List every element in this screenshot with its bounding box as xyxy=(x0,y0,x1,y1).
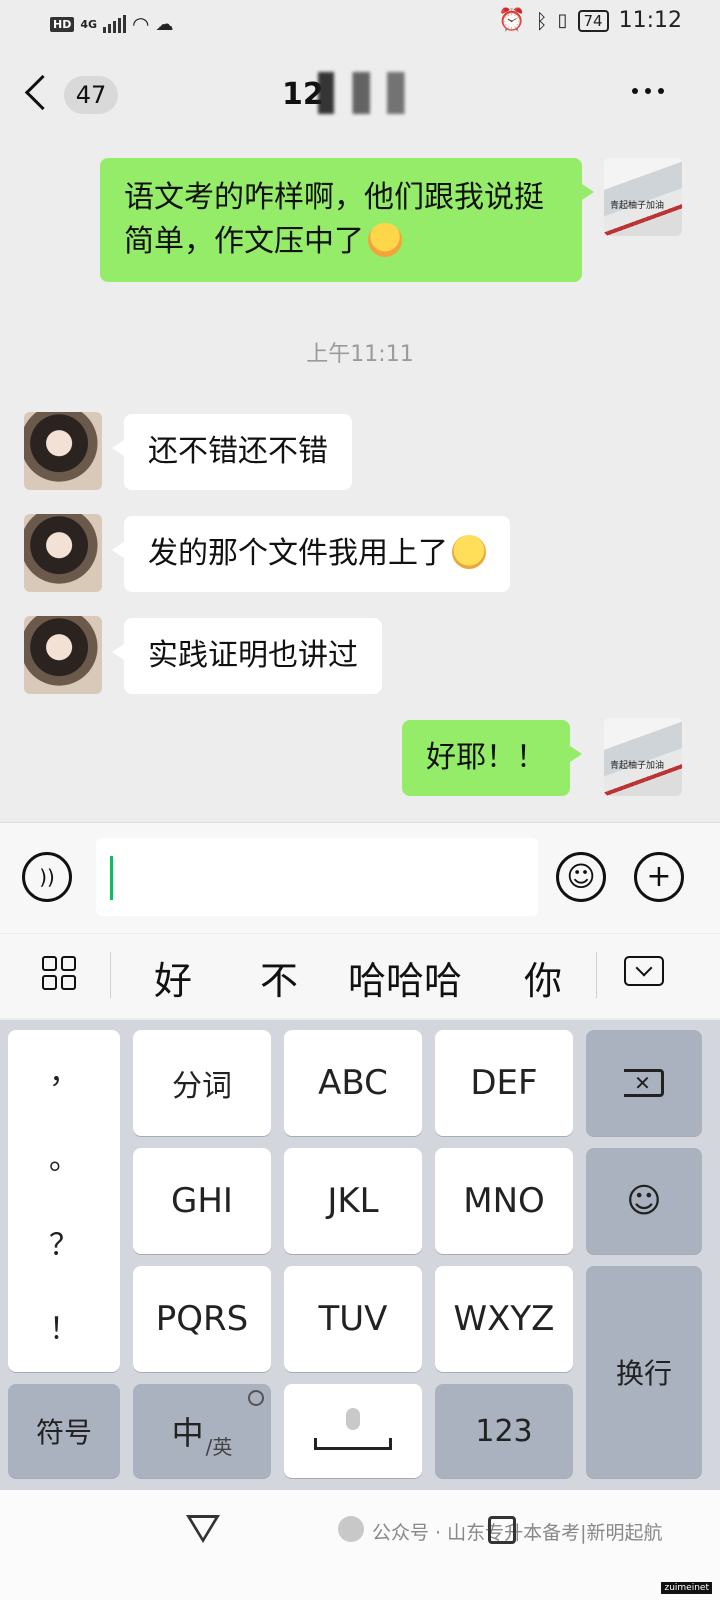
redacted-name xyxy=(318,72,426,114)
triangle-back-inner xyxy=(191,1518,215,1538)
key-pqrs[interactable]: PQRS xyxy=(133,1266,271,1372)
bluetooth-icon: ᛒ xyxy=(535,8,548,33)
key-symbols[interactable]: 符号 xyxy=(8,1384,120,1478)
message-bubble-sent[interactable]: 语文考的咋样啊，他们跟我说挺简单，作文压中了 xyxy=(100,158,594,282)
key-tuv[interactable]: TUV xyxy=(284,1266,422,1372)
key-enter[interactable]: 换行 xyxy=(586,1266,702,1478)
punctuation-key[interactable]: 。 xyxy=(8,1134,120,1178)
signal-icon xyxy=(103,15,127,33)
key-abc[interactable]: ABC xyxy=(284,1030,422,1136)
avatar[interactable] xyxy=(24,616,102,694)
candidate-word[interactable]: 不 xyxy=(260,950,298,1005)
message-bubble-sent[interactable]: 好耶！！ xyxy=(402,720,582,796)
square-recents-icon[interactable] xyxy=(488,1516,516,1544)
candidate-word[interactable]: 你 xyxy=(524,950,562,1005)
key-segment[interactable]: 分词 xyxy=(133,1030,271,1136)
plus-icon[interactable]: + xyxy=(634,852,684,902)
clock: 11:12 xyxy=(618,8,682,33)
lang-main-label: 中 xyxy=(171,1414,204,1452)
divider xyxy=(110,952,111,998)
candidate-word[interactable]: 好 xyxy=(154,950,192,1005)
message-bubble-received[interactable]: 发的那个文件我用上了 xyxy=(112,516,510,592)
backspace-icon: ✕ xyxy=(624,1069,664,1097)
grinning-face-emoji xyxy=(452,535,486,569)
key-numbers[interactable]: 123 xyxy=(435,1384,573,1478)
microphone-icon xyxy=(346,1408,360,1430)
message-text: 好耶！！ xyxy=(426,740,546,775)
punctuation-key[interactable]: ！ xyxy=(8,1304,120,1348)
wifi-icon: ◠ xyxy=(132,12,150,36)
watermark-text: 公众号 · 山东专升本备考|新明起航 xyxy=(372,1522,663,1544)
candidate-word[interactable]: 哈哈哈 xyxy=(348,950,462,1005)
avatar[interactable] xyxy=(604,158,682,236)
lang-sub-label: /英 xyxy=(205,1435,233,1459)
message-input[interactable] xyxy=(96,838,538,916)
key-wxyz[interactable]: WXYZ xyxy=(435,1266,573,1372)
message-text: 实践证明也讲过 xyxy=(148,638,358,673)
smiley-icon[interactable]: ☺ xyxy=(556,852,606,902)
message-bubble-received[interactable]: 实践证明也讲过 xyxy=(112,618,382,694)
status-left: HD 4G ◠ ☁ xyxy=(50,12,173,36)
message-bubble-received[interactable]: 还不错还不错 xyxy=(112,414,352,490)
punctuation-key[interactable]: ？ xyxy=(8,1220,120,1264)
keyboard-hide-icon[interactable] xyxy=(624,956,664,986)
more-dots-icon[interactable] xyxy=(632,88,664,94)
key-space[interactable] xyxy=(284,1384,422,1478)
avatar[interactable] xyxy=(24,514,102,592)
vibrate-icon: ▯ xyxy=(557,10,568,31)
hd-badge: HD xyxy=(50,16,75,32)
message-text: 语文考的咋样啊，他们跟我说挺简单，作文压中了 xyxy=(124,180,544,259)
unread-count-badge[interactable]: 47 xyxy=(64,76,118,114)
space-icon xyxy=(314,1438,392,1450)
key-mno[interactable]: MNO xyxy=(435,1148,573,1254)
hugging-face-emoji xyxy=(368,223,402,257)
system-nav-bar xyxy=(0,1490,720,1600)
text-caret xyxy=(110,856,113,900)
avatar[interactable] xyxy=(24,412,102,490)
corner-watermark: zuimeinet xyxy=(661,1582,712,1594)
smiley-icon: ☺ xyxy=(626,1181,662,1221)
globe-icon xyxy=(248,1390,264,1406)
status-bar: HD 4G ◠ ☁ ⏰ ᛒ ▯ 74 11:12 xyxy=(0,0,720,50)
key-ghi[interactable]: GHI xyxy=(133,1148,271,1254)
chevron-left-icon[interactable] xyxy=(24,74,61,111)
divider xyxy=(596,952,597,998)
chat-bubble-icon: ☁ xyxy=(155,13,174,35)
message-timestamp: 上午11:11 xyxy=(306,342,414,367)
wechat-logo-icon xyxy=(338,1516,364,1542)
voice-icon[interactable]: )) xyxy=(22,852,72,902)
status-right: ⏰ ᛒ ▯ 74 11:12 xyxy=(498,8,682,33)
punctuation-key[interactable]: ， xyxy=(8,1048,120,1092)
key-def[interactable]: DEF xyxy=(435,1030,573,1136)
avatar[interactable] xyxy=(604,718,682,796)
alarm-icon: ⏰ xyxy=(498,8,526,33)
key-emoji[interactable]: ☺ xyxy=(586,1148,702,1254)
key-backspace[interactable]: ✕ xyxy=(586,1030,702,1136)
battery-indicator: 74 xyxy=(577,9,609,32)
key-jkl[interactable]: JKL xyxy=(284,1148,422,1254)
message-text: 还不错还不错 xyxy=(148,434,328,469)
network-label: 4G xyxy=(80,17,98,31)
grid-menu-icon[interactable] xyxy=(42,956,76,990)
message-text: 发的那个文件我用上了 xyxy=(148,536,448,571)
